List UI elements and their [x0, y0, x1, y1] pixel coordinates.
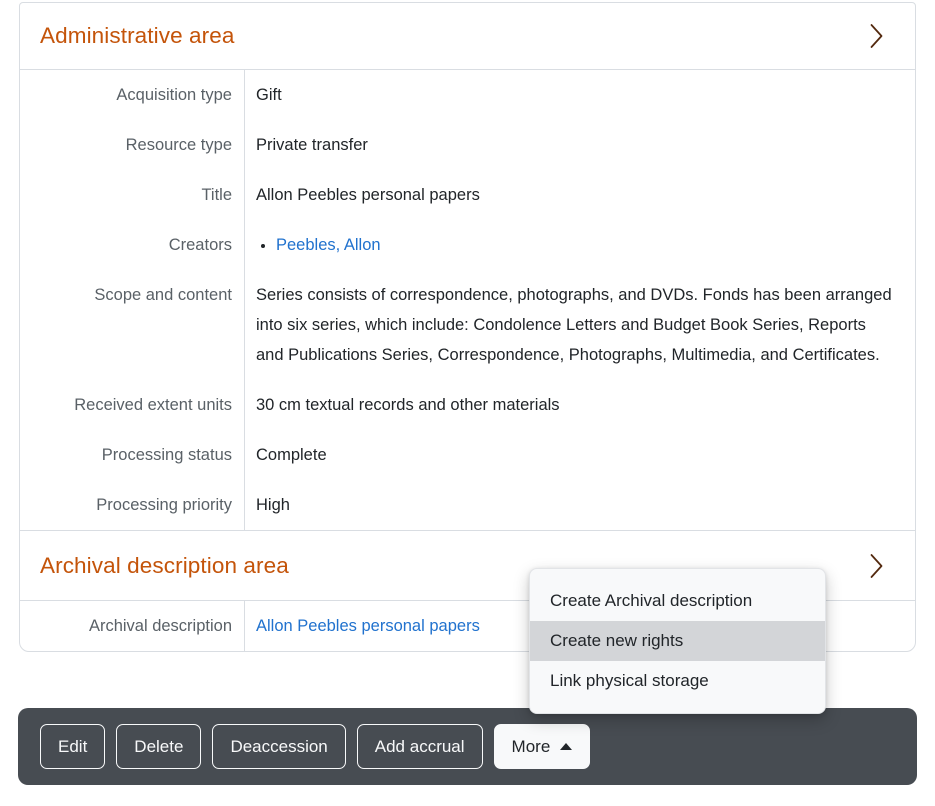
field-value: Series consists of correspondence, photo… [245, 270, 915, 380]
field-row-processing-priority: Processing priority High [20, 480, 915, 530]
more-button-label: More [512, 737, 551, 757]
field-row-title: Title Allon Peebles personal papers [20, 170, 915, 220]
field-row-creators: Creators Peebles, Allon [20, 220, 915, 270]
field-label: Resource type [20, 120, 245, 170]
deaccession-button[interactable]: Deaccession [212, 724, 345, 769]
more-button[interactable]: More [494, 724, 591, 769]
field-value: Gift [245, 70, 915, 120]
field-value: Peebles, Allon [245, 220, 915, 270]
field-row-processing-status: Processing status Complete [20, 430, 915, 480]
field-value: 30 cm textual records and other material… [245, 380, 915, 430]
accession-record-card: Administrative area Acquisition type Gif… [19, 2, 916, 652]
chevron-right-icon [868, 552, 885, 580]
chevron-right-icon [868, 22, 885, 50]
field-label: Creators [20, 220, 245, 270]
field-label: Processing status [20, 430, 245, 480]
field-value: Complete [245, 430, 915, 480]
field-row-resource-type: Resource type Private transfer [20, 120, 915, 170]
caret-up-icon [560, 743, 572, 750]
field-label: Scope and content [20, 270, 245, 380]
creators-list-item: Peebles, Allon [276, 230, 897, 260]
menu-item-create-archival-description[interactable]: Create Archival description [530, 581, 825, 621]
field-label: Acquisition type [20, 70, 245, 120]
field-value: Allon Peebles personal papers [245, 170, 915, 220]
creators-list: Peebles, Allon [256, 230, 897, 260]
more-dropdown-menu: Create Archival description Create new r… [529, 568, 826, 714]
field-label: Archival description [20, 601, 245, 651]
edit-button[interactable]: Edit [40, 724, 105, 769]
administrative-field-table: Acquisition type Gift Resource type Priv… [20, 69, 915, 530]
field-label: Processing priority [20, 480, 245, 530]
field-label: Received extent units [20, 380, 245, 430]
section-title-archival-description-area: Archival description area [40, 553, 289, 579]
menu-item-link-physical-storage[interactable]: Link physical storage [530, 661, 825, 701]
section-header-administrative-area[interactable]: Administrative area [20, 3, 915, 69]
creator-link[interactable]: Peebles, Allon [276, 236, 381, 254]
action-toolbar: Edit Delete Deaccession Add accrual More [18, 708, 917, 785]
archival-description-link[interactable]: Allon Peebles personal papers [256, 617, 480, 635]
menu-item-create-new-rights[interactable]: Create new rights [530, 621, 825, 661]
field-value: Private transfer [245, 120, 915, 170]
delete-button[interactable]: Delete [116, 724, 201, 769]
field-row-scope-and-content: Scope and content Series consists of cor… [20, 270, 915, 380]
field-row-acquisition-type: Acquisition type Gift [20, 70, 915, 120]
field-value: High [245, 480, 915, 530]
field-label: Title [20, 170, 245, 220]
field-row-received-extent-units: Received extent units 30 cm textual reco… [20, 380, 915, 430]
section-title-administrative-area: Administrative area [40, 23, 234, 49]
add-accrual-button[interactable]: Add accrual [357, 724, 483, 769]
